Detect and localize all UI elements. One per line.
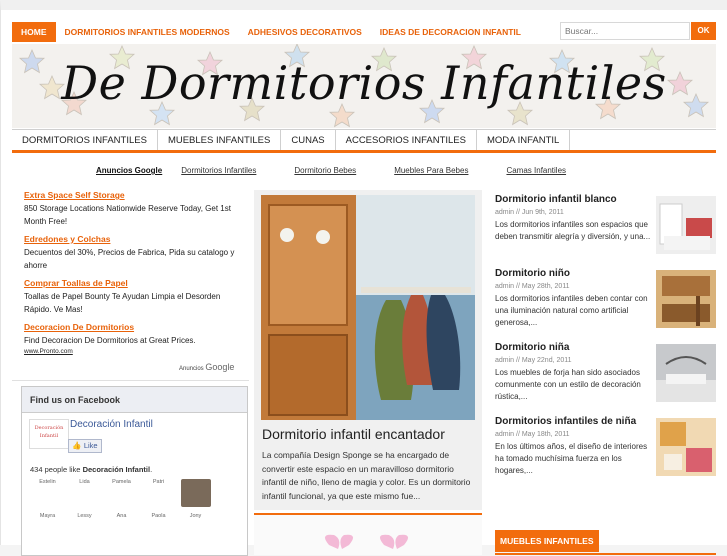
fan-face[interactable]: Lessy: [66, 513, 103, 519]
facebook-faces: Estelin Lida Pamela Patri Mayra Lessy An…: [29, 479, 244, 525]
fan-name: Mayra: [39, 513, 56, 519]
facebook-page-logo[interactable]: Decoración Infantil: [29, 419, 69, 449]
post-title[interactable]: Dormitorio niño: [495, 267, 655, 281]
bedroom-photo: [261, 195, 475, 420]
site-banner[interactable]: De Dormitorios Infantiles: [12, 44, 716, 128]
fan-name: Lida: [79, 479, 90, 485]
ad-links-row: Anuncios Google Dormitorios Infantiles D…: [96, 166, 604, 175]
post-excerpt: Los dormitorios infantiles deben contar …: [495, 294, 648, 327]
ad-title[interactable]: Decoracion De Dormitorios: [24, 320, 246, 334]
fan-face[interactable]: Patri: [140, 479, 177, 507]
ad-link[interactable]: Dormitorio Bebes: [294, 166, 356, 175]
top-nav: HOME DORMITORIOS INFANTILES MODERNOS ADH…: [12, 22, 716, 42]
post-thumbnail[interactable]: [656, 418, 716, 476]
butterfly-decor: [325, 534, 408, 549]
page: HOME DORMITORIOS INFANTILES MODERNOS ADH…: [0, 0, 727, 556]
avatar: [180, 479, 211, 507]
cat-muebles[interactable]: MUEBLES INFANTILES: [158, 130, 282, 150]
nav-ideas[interactable]: IDEAS DE DECORACION INFANTIL: [371, 22, 530, 42]
divider: [495, 553, 716, 555]
ad-title[interactable]: Edredones y Colchas: [24, 232, 246, 246]
post-excerpt: En los últimos años, el diseño de interi…: [495, 442, 648, 475]
ad-link[interactable]: Dormitorios Infantiles: [181, 166, 256, 175]
post-item: Dormitorio niño admin // May 28th, 2011 …: [495, 267, 716, 341]
post-item: Dormitorio infantil blanco admin // Jun …: [495, 193, 716, 267]
fan-face[interactable]: Ana: [103, 513, 140, 519]
post-thumbnail[interactable]: [656, 196, 716, 254]
fan-name: Ana: [116, 513, 127, 519]
fan-name: Pamela: [112, 479, 131, 485]
search-input[interactable]: [560, 22, 690, 40]
cat-accesorios[interactable]: ACCESORIOS INFANTILES: [336, 130, 477, 150]
fan-face[interactable]: Estelin: [29, 479, 66, 507]
fan-name: Paola: [151, 513, 166, 519]
facebook-widget: Find us on Facebook Decoración Infantil …: [21, 386, 248, 556]
ads-by-google[interactable]: Anuncios Google: [179, 362, 234, 372]
fan-name: Estelin: [39, 479, 56, 485]
fan-face[interactable]: Mayra: [29, 513, 66, 519]
ad-url[interactable]: www.Pronto.com: [24, 347, 246, 357]
category-nav: DORMITORIOS INFANTILES MUEBLES INFANTILE…: [12, 129, 716, 153]
facebook-like-button[interactable]: 👍 Like: [68, 439, 102, 453]
fan-face[interactable]: Lida: [66, 479, 103, 507]
post-excerpt: Los dormitorios infantiles son espacios …: [495, 220, 651, 241]
fan-name: Patri: [152, 479, 165, 485]
ad-link[interactable]: Camas Infantiles: [506, 166, 566, 175]
ads-by-prefix: Anuncios: [179, 366, 204, 372]
ad-description: Decuentos del 30%, Precios de Fabrica, P…: [24, 248, 235, 270]
cat-dormitorios[interactable]: DORMITORIOS INFANTILES: [12, 130, 158, 150]
ad-unit: Comprar Toallas de Papel Toallas de Pape…: [24, 276, 246, 316]
facebook-page-name[interactable]: Decoración Infantil: [70, 419, 153, 430]
featured-excerpt: La compañía Design Sponge se ha encargad…: [262, 450, 471, 501]
ad-unit: Edredones y Colchas Decuentos del 30%, P…: [24, 232, 246, 272]
search-button[interactable]: OK: [691, 22, 716, 40]
ad-unit: Extra Space Self Storage 850 Storage Loc…: [24, 188, 246, 228]
featured-title[interactable]: Dormitorio infantil encantador: [262, 426, 445, 442]
thumbs-up-icon: 👍: [72, 441, 82, 450]
ad-title[interactable]: Extra Space Self Storage: [24, 188, 246, 202]
ad-description: Find Decoracion De Dormitorios at Great …: [24, 336, 196, 345]
like-label: Like: [83, 441, 98, 450]
post-title[interactable]: Dormitorios infantiles de niña: [495, 415, 655, 429]
nav-adhesivos[interactable]: ADHESIVOS DECORATIVOS: [239, 22, 371, 42]
post-title[interactable]: Dormitorio infantil blanco: [495, 193, 655, 207]
ad-description: Toallas de Papel Bounty Te Ayudan Limpia…: [24, 292, 221, 314]
featured-post: Dormitorio infantil encantador La compañ…: [254, 190, 482, 510]
like-count-page[interactable]: Decoración Infantil: [83, 465, 151, 474]
ad-unit: Decoracion De Dormitorios Find Decoracio…: [24, 320, 246, 357]
recent-posts: Dormitorio infantil blanco admin // Jun …: [495, 193, 716, 489]
fan-face[interactable]: Jony: [177, 513, 214, 519]
post-thumbnail[interactable]: [656, 344, 716, 402]
facebook-like-count: 434 people like Decoración Infantil.: [30, 465, 153, 474]
post-item: Dormitorios infantiles de niña admin // …: [495, 415, 716, 489]
like-count-text: 434 people like: [30, 465, 81, 474]
facebook-header: Find us on Facebook: [22, 387, 247, 413]
post-excerpt: Los muebles de forja han sido asociados …: [495, 368, 641, 401]
ad-link[interactable]: Muebles Para Bebes: [394, 166, 468, 175]
post-item: Dormitorio niña admin // May 22nd, 2011 …: [495, 341, 716, 415]
post-title[interactable]: Dormitorio niña: [495, 341, 655, 355]
fan-face[interactable]: [177, 479, 214, 507]
ad-links-label[interactable]: Anuncios Google: [96, 166, 162, 175]
ad-description: 850 Storage Locations Nationwide Reserve…: [24, 204, 231, 226]
featured-image[interactable]: [261, 195, 475, 420]
fan-face[interactable]: Paola: [140, 513, 177, 519]
cat-cunas[interactable]: CUNAS: [281, 130, 336, 150]
fan-name: Lessy: [77, 513, 92, 519]
cat-moda[interactable]: MODA INFANTIL: [477, 130, 571, 150]
nav-home[interactable]: HOME: [12, 22, 56, 42]
ads-by-brand: Google: [205, 362, 235, 372]
site-title: De Dormitorios Infantiles: [61, 56, 667, 110]
sidebar-ads: Extra Space Self Storage 850 Storage Loc…: [24, 188, 246, 361]
post-thumbnail[interactable]: [656, 270, 716, 328]
fan-face[interactable]: Pamela: [103, 479, 140, 507]
fan-name: Jony: [189, 513, 202, 519]
next-post-preview: [254, 513, 482, 555]
nav-dormitorios-modernos[interactable]: DORMITORIOS INFANTILES MODERNOS: [56, 22, 239, 42]
divider: [12, 380, 249, 381]
section-muebles-infantiles[interactable]: MUEBLES INFANTILES: [495, 530, 599, 552]
ad-title[interactable]: Comprar Toallas de Papel: [24, 276, 246, 290]
